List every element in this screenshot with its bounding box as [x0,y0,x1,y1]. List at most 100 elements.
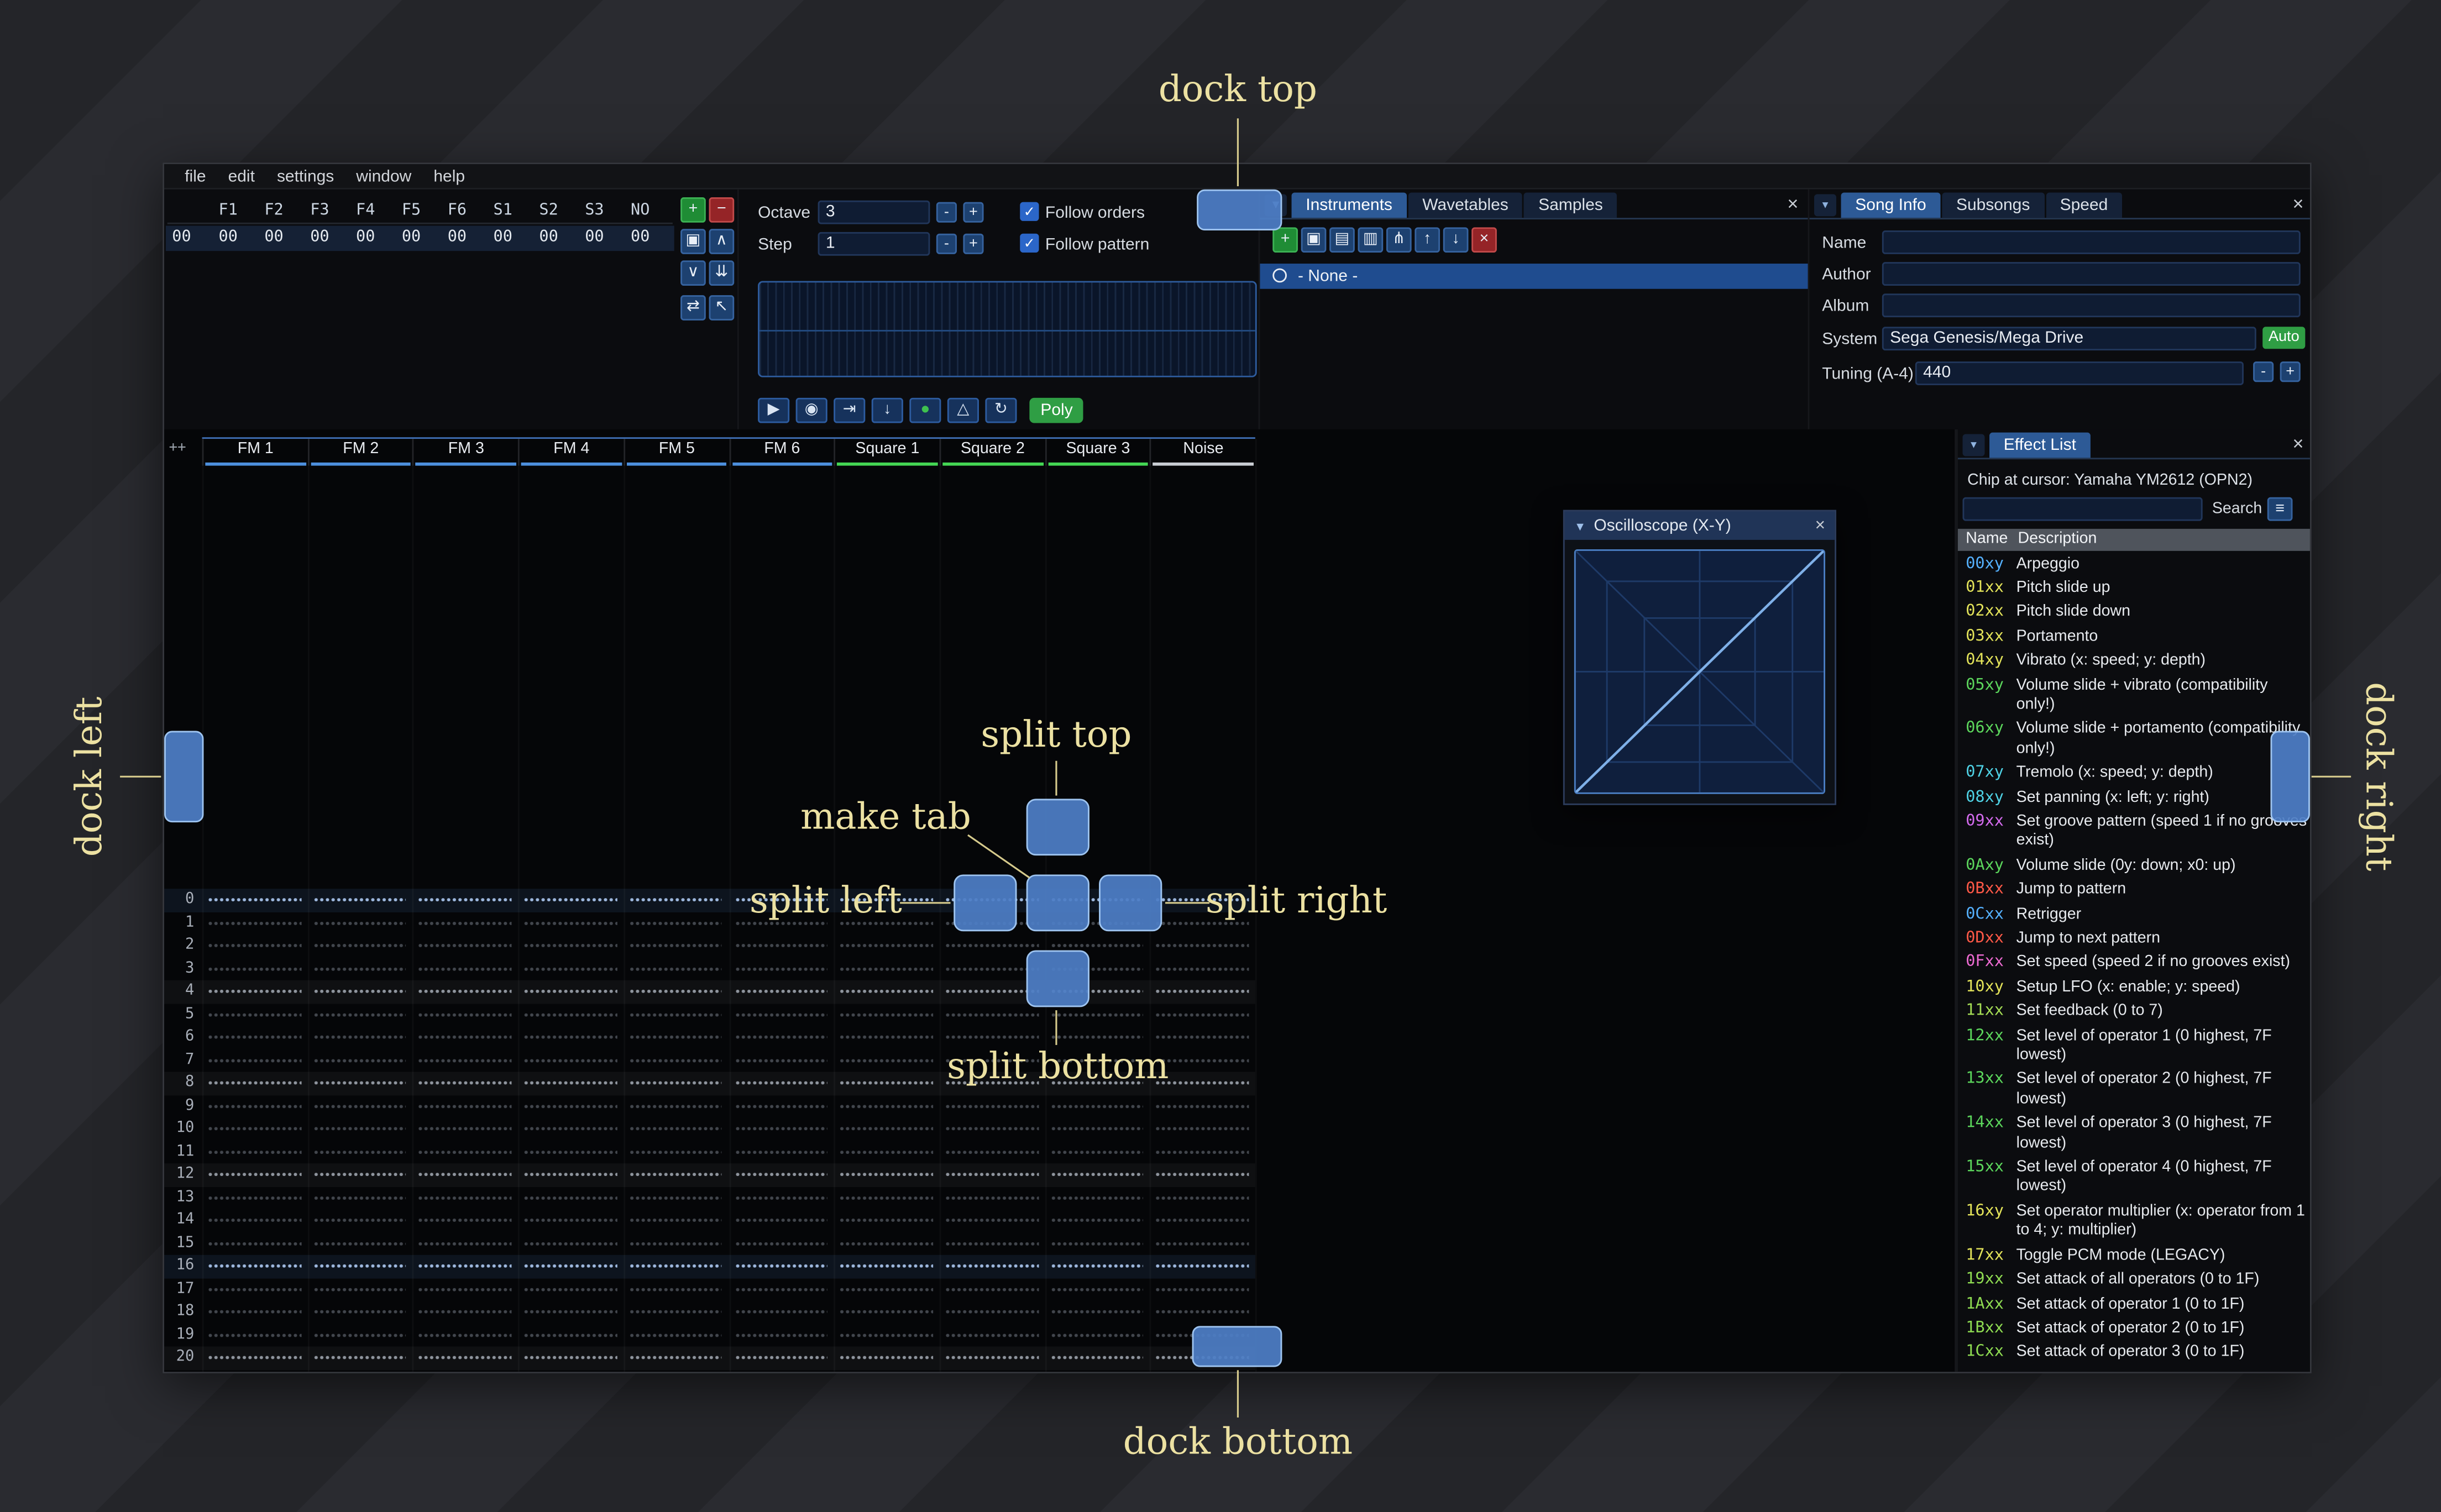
pattern-cell[interactable] [1150,1232,1255,1254]
pattern-cell[interactable] [413,1049,518,1072]
pattern-cell[interactable] [834,1072,939,1094]
pattern-cell[interactable] [834,1186,939,1209]
pattern-cell[interactable] [307,957,412,980]
pattern-cell[interactable] [307,1347,412,1369]
pattern-cell[interactable] [307,1255,412,1278]
pattern-cell[interactable] [1045,1255,1150,1278]
pattern-cell[interactable] [729,1141,834,1163]
pattern-cell[interactable] [202,1186,307,1209]
pattern-cell[interactable] [307,889,412,911]
order-cell[interactable]: 00 [434,229,480,246]
step-input[interactable]: 1 [818,232,930,256]
pattern-cell[interactable] [834,1255,939,1278]
pattern-cell[interactable] [624,1278,729,1300]
pattern-cell[interactable] [834,1232,939,1254]
pattern-cell[interactable] [939,1117,1044,1140]
pattern-cell[interactable] [834,1209,939,1232]
pattern-cell[interactable] [202,1232,307,1254]
effect-row[interactable]: 04xy Vibrato (x: speed; y: depth) [1958,650,2310,674]
pattern-cell[interactable] [1150,935,1255,957]
pattern-cell[interactable] [729,1049,834,1072]
pattern-cell[interactable] [1045,1278,1150,1300]
pattern-cell[interactable] [307,1049,412,1072]
split-target-right[interactable] [1099,874,1162,932]
effect-row[interactable]: 1Bxx Set attack of operator 2 (0 to 1F) [1958,1317,2310,1341]
pattern-cell[interactable] [413,1003,518,1026]
tab-effect-list[interactable]: Effect List [1989,432,2091,458]
tuning-decrease-button[interactable]: - [2253,361,2274,382]
close-icon[interactable]: × [1815,516,1825,535]
pattern-cell[interactable] [729,1186,834,1209]
pattern-cell[interactable] [1150,1026,1255,1049]
instrument-folders-button[interactable]: ⋔ [1386,227,1412,253]
channel-header-fm-6[interactable]: FM 6 [729,439,834,466]
pattern-cell[interactable] [202,1049,307,1072]
pattern-cell[interactable] [624,1347,729,1369]
pattern-cell[interactable] [1150,1141,1255,1163]
effect-search-input[interactable] [1962,497,2203,521]
pattern-cell[interactable] [307,912,412,935]
split-target-left[interactable] [954,874,1017,932]
pattern-cell[interactable] [413,1117,518,1140]
repeat-pattern-button[interactable]: ↻ [985,397,1017,423]
pattern-cell[interactable] [202,1301,307,1324]
effect-row[interactable]: 1Axx Set attack of operator 1 (0 to 1F) [1958,1293,2310,1317]
pattern-cell[interactable] [729,980,834,1003]
split-target-top[interactable] [1026,799,1089,856]
pattern-cell[interactable] [307,1209,412,1232]
pattern-cell[interactable] [413,889,518,911]
pattern-cell[interactable] [518,912,623,935]
duplicate-order-button[interactable]: ▣ [680,229,706,254]
pattern-cell[interactable] [307,1369,412,1372]
effect-row[interactable]: 16xy Set operator multiplier (x: operator… [1958,1200,2310,1244]
pattern-cell[interactable] [834,1141,939,1163]
pattern-cell[interactable] [834,935,939,957]
pattern-expand-button[interactable]: ++ [169,440,186,456]
play-button[interactable]: ▶ [758,397,790,423]
pattern-cell[interactable] [939,1186,1044,1209]
pattern-cell[interactable] [834,980,939,1003]
pattern-cell[interactable] [1150,980,1255,1003]
move-instrument-down-button[interactable]: ↓ [1443,227,1469,253]
pattern-cell[interactable] [729,1369,834,1372]
pattern-cell[interactable] [834,1163,939,1186]
pattern-cell[interactable] [413,957,518,980]
pattern-cell[interactable] [1150,1186,1255,1209]
pattern-cell[interactable] [518,1232,623,1254]
menu-settings[interactable]: settings [266,165,345,187]
order-change-mode-button[interactable]: ⇄ [680,295,706,321]
pattern-cell[interactable] [202,957,307,980]
effect-row[interactable]: 03xx Portamento [1958,626,2310,650]
pattern-cell[interactable] [939,1301,1044,1324]
pattern-cell[interactable] [939,1278,1044,1300]
pattern-cell[interactable] [624,1232,729,1254]
pattern-cell[interactable] [1150,1369,1255,1372]
pattern-cell[interactable] [202,1026,307,1049]
pattern-cell[interactable] [624,1186,729,1209]
hamburger-menu-icon[interactable]: ≡ [2267,497,2293,521]
pattern-cell[interactable] [939,1347,1044,1369]
effect-row[interactable]: 05xy Volume slide + vibrato (compatibilit… [1958,674,2310,718]
pattern-cell[interactable] [729,1117,834,1140]
pattern-cell[interactable] [518,1072,623,1094]
pattern-cell[interactable] [518,1324,623,1346]
pattern-cell[interactable] [1045,1163,1150,1186]
pattern-cell[interactable] [1045,1186,1150,1209]
effect-row[interactable]: 0Cxx Retrigger [1958,903,2310,927]
octave-increase-button[interactable]: + [963,202,984,223]
pattern-cell[interactable] [202,912,307,935]
system-field[interactable]: Sega Genesis/Mega Drive [1882,327,2256,351]
effect-row[interactable]: 00xy Arpeggio [1958,553,2310,577]
make-tab-target[interactable] [1026,874,1089,932]
pattern-cell[interactable] [1150,1209,1255,1232]
pattern-cell[interactable] [1150,1163,1255,1186]
pattern-cell[interactable] [518,1049,623,1072]
save-instrument-button[interactable]: ▥ [1358,227,1384,253]
pattern-cell[interactable] [834,1049,939,1072]
effect-row[interactable]: 09xx Set groove pattern (speed 1 if no gr… [1958,811,2310,854]
instrument-list-item[interactable]: - None - [1260,264,1808,289]
pattern-cell[interactable] [413,1141,518,1163]
pattern-cell[interactable] [518,957,623,980]
pattern-cell[interactable] [834,1117,939,1140]
stop-button[interactable]: ◉ [795,397,827,423]
